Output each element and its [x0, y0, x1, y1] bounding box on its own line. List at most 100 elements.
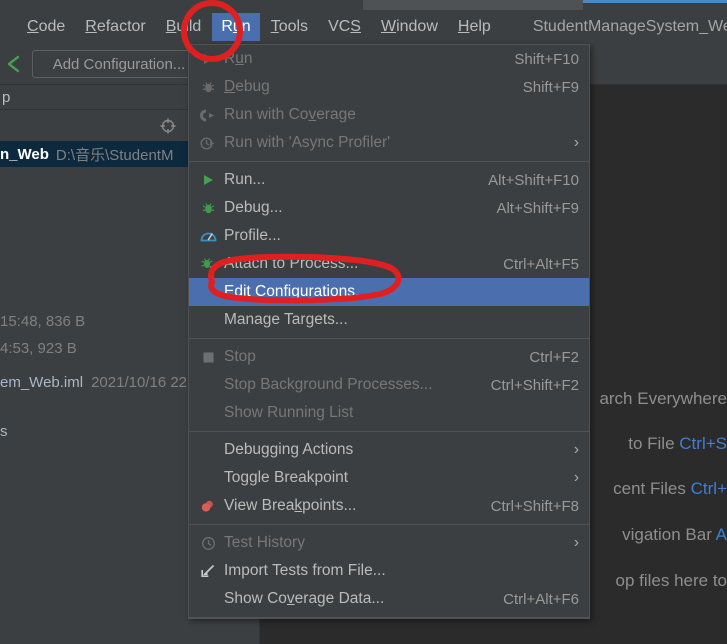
async-profiler-icon — [195, 133, 221, 153]
menu-item-label: Run with Coverage — [224, 106, 356, 123]
run-icon — [195, 170, 221, 190]
list-item[interactable]: 4:53, 923 B — [0, 337, 77, 359]
menu-item-run-dots[interactable]: Run... Alt+Shift+F10 — [189, 166, 589, 194]
menu-item-label: Toggle Breakpoint — [224, 469, 349, 486]
menu-item-show-coverage-data[interactable]: Show Coverage Data... Ctrl+Alt+F6 — [189, 585, 589, 613]
blank-icon — [195, 468, 221, 488]
blank-icon — [195, 440, 221, 460]
menubar-item-window[interactable]: Window — [372, 13, 447, 41]
run-icon — [195, 49, 221, 69]
menu-item-shortcut: Ctrl+Alt+F5 — [503, 255, 579, 273]
chevron-right-icon: › — [573, 469, 579, 486]
menu-item-label: Import Tests from File... — [224, 562, 386, 579]
menubar-item-build[interactable]: Build — [157, 13, 211, 41]
menu-item-run-with-async-profiler[interactable]: Run with 'Async Profiler' › — [189, 129, 589, 157]
menu-item-label: Run with 'Async Profiler' — [224, 134, 391, 151]
blank-icon — [195, 589, 221, 609]
project-node-name: n_Web — [0, 145, 49, 163]
menu-item-label: Manage Targets... — [224, 311, 348, 328]
menu-item-profile[interactable]: Profile... — [189, 222, 589, 250]
window-title-strip — [0, 0, 727, 10]
menu-item-toggle-breakpoint[interactable]: Toggle Breakpoint › — [189, 464, 589, 492]
list-item[interactable]: s — [0, 420, 8, 442]
menu-item-shortcut: Ctrl+Alt+F6 — [503, 590, 579, 608]
menu-item-debug-dots[interactable]: Debug... Alt+Shift+F9 — [189, 194, 589, 222]
run-coverage-icon — [195, 105, 221, 125]
tip-drop-files: op files here to — [615, 571, 727, 591]
menubar-item-code[interactable]: Code — [18, 13, 74, 41]
green-left-arrow-icon[interactable] — [2, 52, 26, 76]
menu-item-shortcut: Alt+Shift+F9 — [496, 199, 579, 217]
menu-item-manage-targets[interactable]: Manage Targets... — [189, 306, 589, 334]
project-title: StudentManageSystem_Web [D:\ — [532, 18, 727, 35]
menu-item-label: Test History — [224, 534, 305, 551]
locate-target-icon[interactable] — [155, 113, 181, 139]
file-meta: 4:53, 923 B — [0, 339, 77, 357]
chevron-right-icon: › — [573, 441, 579, 458]
file-meta: 15:48, 836 B — [0, 312, 86, 330]
tip-shortcut: Ctrl+S — [679, 434, 727, 453]
menu-separator — [189, 617, 589, 618]
menu-bar: Code Refactor Build Run Tools VCS Window… — [0, 10, 727, 44]
active-tab-underline — [583, 0, 727, 3]
menu-item-shortcut: Ctrl+Shift+F8 — [490, 497, 579, 515]
menu-item-run-with-coverage[interactable]: Run with Coverage — [189, 101, 589, 129]
add-configuration-button[interactable]: Add Configuration... — [32, 50, 206, 78]
menu-separator — [189, 431, 589, 432]
menu-item-label: Attach to Process... — [224, 255, 359, 272]
menu-item-label: Show Running List — [224, 404, 354, 421]
tip-shortcut: Ctrl+ — [690, 479, 727, 498]
history-icon — [195, 533, 221, 553]
list-item[interactable]: 15:48, 836 B — [0, 310, 85, 332]
tip-go-to-file: to File Ctrl+S — [628, 434, 727, 454]
menu-item-label: Debug... — [224, 199, 283, 216]
menu-item-run[interactable]: Run Shift+F10 — [189, 45, 589, 73]
menu-item-attach-to-process[interactable]: Attach to Process... Ctrl+Alt+F5 — [189, 250, 589, 278]
menu-item-shortcut: Shift+F9 — [522, 78, 579, 96]
menu-item-label: Debugging Actions — [224, 441, 354, 458]
menu-item-label: Run... — [224, 171, 266, 188]
file-name: s — [0, 422, 8, 440]
menu-item-debug[interactable]: Debug Shift+F9 — [189, 73, 589, 101]
tip-text: vigation Bar — [622, 525, 716, 544]
chevron-right-icon: › — [573, 134, 579, 151]
menu-item-label: Debug — [224, 78, 270, 95]
menubar-item-help[interactable]: Help — [449, 13, 500, 41]
menubar-item-tools[interactable]: Tools — [262, 13, 317, 41]
run-menu-popup: Run Shift+F10 Debug Shift+F9 Run with Co… — [188, 44, 590, 619]
menubar-item-refactor[interactable]: Refactor — [76, 13, 154, 41]
menu-item-label: Stop — [224, 348, 256, 365]
attach-process-icon — [195, 254, 221, 274]
menu-item-debugging-actions[interactable]: Debugging Actions › — [189, 436, 589, 464]
blank-icon — [195, 310, 221, 330]
menubar-item-run[interactable]: Run — [212, 13, 260, 41]
menu-item-import-tests-from-file[interactable]: Import Tests from File... — [189, 557, 589, 585]
menu-item-label: Profile... — [224, 227, 281, 244]
tip-navigation-bar: vigation Bar A — [622, 525, 727, 545]
file-name: em_Web.iml — [0, 373, 84, 391]
tip-text: op files here to — [615, 571, 727, 590]
menu-item-label: Show Coverage Data... — [224, 590, 385, 607]
blank-icon — [195, 375, 221, 395]
tip-recent-files: cent Files Ctrl+ — [613, 479, 727, 499]
project-node-path: D:\音乐\StudentM — [55, 146, 174, 164]
tip-text: arch Everywhere — [599, 389, 727, 408]
project-toolwindow-title: p — [2, 88, 11, 106]
menu-item-view-breakpoints[interactable]: View Breakpoints... Ctrl+Shift+F8 — [189, 492, 589, 520]
menu-item-label: Edit Configurations... — [224, 283, 368, 300]
menu-item-shortcut: Alt+Shift+F10 — [488, 171, 579, 189]
menu-item-edit-configurations[interactable]: Edit Configurations... — [189, 278, 589, 306]
stop-icon — [195, 347, 221, 367]
breakpoint-icon — [195, 496, 221, 516]
menubar-item-vcs[interactable]: VCS — [319, 13, 370, 41]
menu-item-test-history[interactable]: Test History › — [189, 529, 589, 557]
menu-item-stop-background-processes[interactable]: Stop Background Processes... Ctrl+Shift+… — [189, 371, 589, 399]
menu-item-stop[interactable]: Stop Ctrl+F2 — [189, 343, 589, 371]
list-item[interactable]: em_Web.iml 2021/10/16 22 — [0, 371, 187, 393]
menu-item-shortcut: Shift+F10 — [514, 50, 579, 68]
chevron-right-icon: › — [573, 534, 579, 551]
editor-tab-strip — [363, 0, 583, 10]
tip-text: cent Files — [613, 479, 691, 498]
file-meta: 2021/10/16 22 — [91, 373, 188, 391]
menu-item-show-running-list[interactable]: Show Running List — [189, 399, 589, 427]
